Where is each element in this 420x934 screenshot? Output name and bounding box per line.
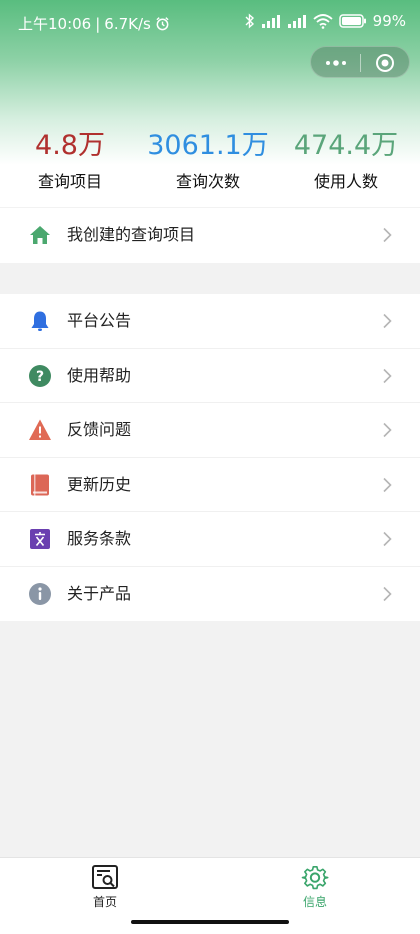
signal-icon [261,15,280,28]
primary-menu-card: 我创建的查询项目 [0,208,420,263]
status-bar: 上午10:06 | 6.7K/s 99% [0,0,420,44]
mini-program-capsule [310,46,410,78]
stat-label: 查询次数 [175,172,240,191]
tab-info[interactable]: 信息 [275,864,355,910]
bell-icon [31,311,49,331]
menu-item-label: 更新历史 [67,474,132,494]
book-icon [31,474,49,495]
status-time: 上午10:06 [18,15,92,33]
status-separator: | [95,14,101,33]
stat-users: 474.4万 使用人数 [276,128,416,193]
gear-icon [301,865,329,890]
menu-item-label: 使用帮助 [67,365,132,385]
menu-item-label: 关于产品 [67,583,132,603]
stat-queries: 3061.1万 查询次数 [138,128,278,193]
battery-percent: 99% [372,12,406,30]
more-icon[interactable] [323,55,349,71]
chevron-right-icon [383,368,392,383]
stat-value: 4.8万 [35,130,105,161]
document-icon [30,529,50,549]
menu-item-label: 服务条款 [67,529,132,548]
chevron-right-icon [383,313,392,329]
alarm-icon [156,17,169,31]
menu-item-my-projects[interactable]: 我创建的查询项目 [0,208,420,263]
info-icon [29,582,51,605]
menu-item-about[interactable]: 关于产品 [0,567,420,622]
menu-item-label: 我创建的查询项目 [67,225,196,244]
warning-icon [29,419,51,440]
chevron-right-icon [383,586,392,601]
capsule-divider [360,54,361,72]
menu-item-label: 平台公告 [67,311,132,330]
bluetooth-icon [245,13,254,29]
stat-label: 使用人数 [313,172,378,191]
menu-item-feedback[interactable]: 反馈问题 [0,403,420,458]
house-icon [30,226,50,244]
stat-value: 3061.1万 [147,130,269,161]
stats-panel: 4.8万 查询项目 3061.1万 查询次数 474.4万 使用人数 [0,128,420,203]
stat-projects: 4.8万 查询项目 [0,128,140,193]
menu-item-history[interactable]: 更新历史 [0,458,420,512]
signal-icon-2 [287,15,306,28]
home-indicator[interactable] [131,920,289,924]
tab-home-label: 首页 [92,895,117,909]
menu-item-label: 反馈问题 [67,420,132,439]
chevron-right-icon [383,477,392,492]
chevron-right-icon [383,531,392,547]
status-left: 上午10:06 | 6.7K/s [18,13,170,34]
stat-label: 查询项目 [37,172,102,191]
battery-icon [338,14,366,28]
menu-item-help[interactable]: ? 使用帮助 [0,349,420,403]
chevron-right-icon [383,422,392,438]
wifi-icon [313,14,333,29]
secondary-menu-card: 平台公告 ? 使用帮助 反馈问题 更新历史 服务条款 关于产品 [0,294,420,621]
menu-item-terms[interactable]: 服务条款 [0,512,420,567]
chevron-right-icon [383,227,392,243]
stat-value: 474.4万 [293,130,399,161]
status-right: 99% [245,12,406,30]
menu-item-announcements[interactable]: 平台公告 [0,294,420,349]
header-gradient: 上午10:06 | 6.7K/s 99% 4.8万 查询项目 3061.1万 查… [0,0,420,207]
tab-info-label: 信息 [302,895,327,909]
svg-text:?: ? [36,369,44,385]
close-target-icon[interactable] [375,53,395,73]
network-speed: 6.7K/s [104,14,151,33]
tab-home[interactable]: 首页 [65,864,145,910]
question-icon: ? [29,364,51,387]
search-document-icon [92,865,118,889]
